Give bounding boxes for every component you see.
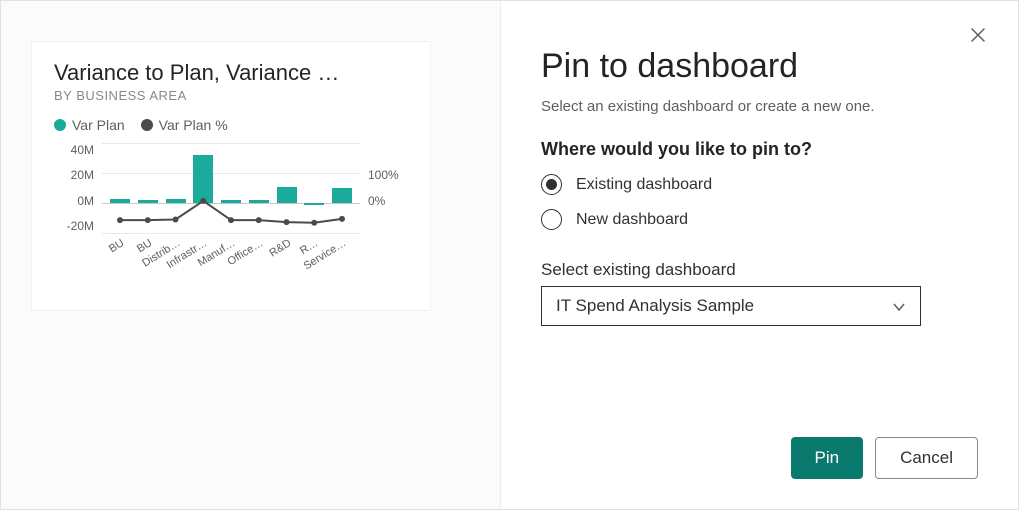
chart-legend: Var Plan Var Plan % bbox=[54, 117, 408, 133]
pin-button[interactable]: Pin bbox=[791, 437, 864, 479]
x-axis: BUBUDistrib…Infrastr…Manuf…Office…R&DR…S… bbox=[102, 235, 360, 279]
dashboard-select[interactable]: IT Spend Analysis Sample bbox=[541, 286, 921, 326]
x-tick-label: BU bbox=[107, 237, 126, 255]
y-axis-right: . 100% 0% . bbox=[364, 143, 408, 233]
cancel-button[interactable]: Cancel bbox=[875, 437, 978, 479]
dialog-subtitle: Select an existing dashboard or create a… bbox=[541, 98, 978, 115]
close-button[interactable] bbox=[966, 23, 990, 47]
radio-label: Existing dashboard bbox=[576, 176, 712, 194]
tile-title: Variance to Plan, Variance … bbox=[54, 60, 408, 86]
select-existing-label: Select existing dashboard bbox=[541, 260, 978, 280]
legend-label: Var Plan % bbox=[159, 117, 228, 133]
y-tick: 0% bbox=[368, 194, 408, 208]
dialog-footer: Pin Cancel bbox=[541, 437, 978, 489]
chart-tile: Variance to Plan, Variance … BY BUSINESS… bbox=[31, 41, 431, 311]
radio-icon bbox=[541, 174, 562, 195]
y-tick: 40M bbox=[54, 143, 94, 157]
swatch-gray-icon bbox=[141, 119, 153, 131]
legend-item-var-plan-pct: Var Plan % bbox=[141, 117, 228, 133]
dialog-form-pane: Pin to dashboard Select an existing dash… bbox=[501, 1, 1018, 509]
pin-to-dashboard-dialog: Variance to Plan, Variance … BY BUSINESS… bbox=[0, 0, 1019, 510]
radio-new-dashboard[interactable]: New dashboard bbox=[541, 209, 978, 230]
y-axis-left: 40M 20M 0M -20M bbox=[54, 143, 98, 233]
y-tick: 0M bbox=[54, 194, 94, 208]
y-tick: -20M bbox=[54, 219, 94, 233]
legend-label: Var Plan bbox=[72, 117, 125, 133]
select-value: IT Spend Analysis Sample bbox=[556, 296, 754, 316]
legend-item-var-plan: Var Plan bbox=[54, 117, 125, 133]
radio-existing-dashboard[interactable]: Existing dashboard bbox=[541, 174, 978, 195]
close-icon bbox=[971, 28, 985, 42]
swatch-teal-icon bbox=[54, 119, 66, 131]
dialog-title: Pin to dashboard bbox=[541, 47, 978, 86]
y-tick: 20M bbox=[54, 168, 94, 182]
radio-icon bbox=[541, 209, 562, 230]
chart-plot bbox=[102, 143, 360, 233]
pin-target-question: Where would you like to pin to? bbox=[541, 139, 978, 160]
chart-area: 40M 20M 0M -20M . 100% 0% . BUBUDistrib…… bbox=[54, 143, 408, 283]
tile-preview-pane: Variance to Plan, Variance … BY BUSINESS… bbox=[1, 1, 501, 509]
y-tick: 100% bbox=[368, 168, 408, 182]
chevron-down-icon bbox=[892, 299, 906, 313]
tile-subtitle: BY BUSINESS AREA bbox=[54, 88, 408, 103]
radio-label: New dashboard bbox=[576, 211, 688, 229]
